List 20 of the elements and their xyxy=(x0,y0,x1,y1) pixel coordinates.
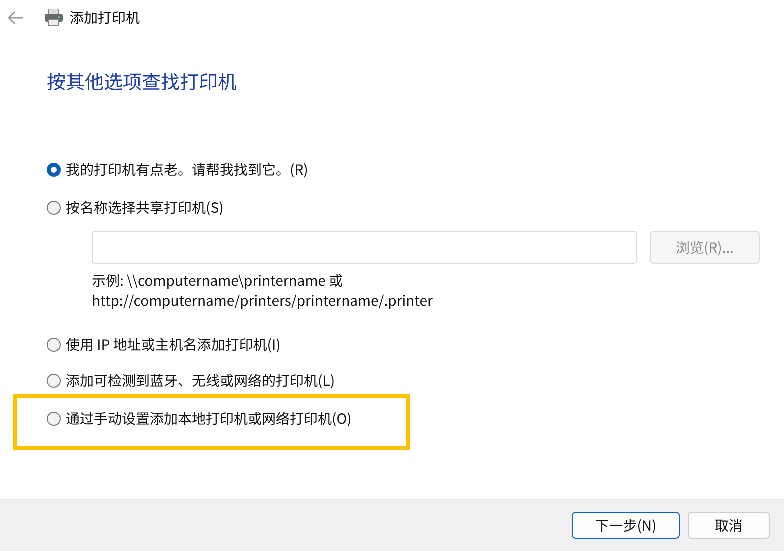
example-text: 示例: \\computername\printername 或 xyxy=(92,271,344,291)
radio-button[interactable] xyxy=(47,412,61,426)
page-heading: 按其他选项查找打印机 xyxy=(47,68,238,95)
printer-name-field[interactable] xyxy=(92,231,637,264)
radio-button[interactable] xyxy=(47,374,61,388)
option-label[interactable]: 通过手动设置添加本地打印机或网络打印机(O) xyxy=(66,409,352,429)
option-label[interactable]: 使用 IP 地址或主机名添加打印机(I) xyxy=(66,335,281,355)
radio-button[interactable] xyxy=(47,163,61,177)
printer-icon xyxy=(44,9,64,27)
example-text: http://computername/printers/printername/.printer xyxy=(92,291,434,311)
option-label[interactable]: 按名称选择共享打印机(S) xyxy=(66,198,224,218)
browse-button: 浏览(R)... xyxy=(650,231,760,264)
option-label[interactable]: 我的打印机有点老。请帮我找到它。(R) xyxy=(66,160,308,180)
option-label[interactable]: 添加可检测到蓝牙、无线或网络的打印机(L) xyxy=(66,371,336,391)
window-title: 添加打印机 xyxy=(70,8,140,28)
dialog-button[interactable]: 取消 xyxy=(688,512,770,539)
dialog-button[interactable]: 下一步(N) xyxy=(572,512,680,539)
back-arrow-icon[interactable] xyxy=(8,11,24,25)
radio-button[interactable] xyxy=(47,201,61,215)
radio-button[interactable] xyxy=(47,338,61,352)
